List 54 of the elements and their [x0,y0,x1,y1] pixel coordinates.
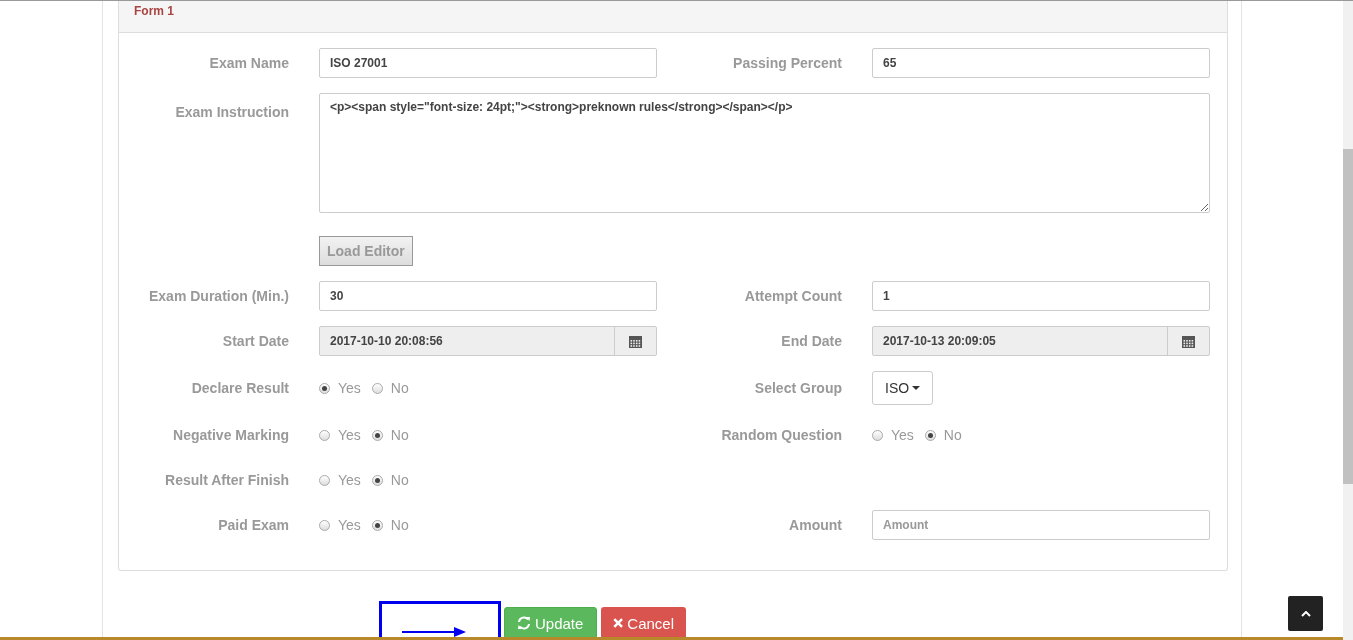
text-field[interactable]: 30 [319,281,657,311]
field-label: Amount [789,517,842,533]
radio-label: No [390,427,409,443]
field-label: Exam Instruction [175,104,289,120]
text-field[interactable]: Amount [872,510,1210,540]
radio-button[interactable] [371,429,383,441]
radio-button[interactable] [319,474,330,486]
scrollbar-thumb[interactable] [1343,149,1353,484]
radio-label: No [390,380,409,396]
text-field[interactable]: 65 [872,48,1210,78]
refresh-icon [517,616,531,630]
arrow-annotation [402,627,466,637]
radio-button[interactable] [371,519,383,531]
field-label: End Date [781,333,842,349]
field-label: Attempt Count [744,288,842,304]
caret-icon [912,386,921,390]
instruction-textarea[interactable]: <p><span style="font-size: 24pt;"><strong>preknown rules</strong></span></p> [319,93,1210,213]
radio-label: Yes [338,517,361,533]
radio-label: Yes [338,380,361,396]
radio-button[interactable] [319,382,330,394]
cancel-button[interactable]: Cancel [601,607,686,639]
text-field[interactable]: ISO 27001 [319,48,657,78]
date-field[interactable]: 2017-10-10 20:08:56 [319,326,657,356]
field-label: Paid Exam [218,517,289,533]
panel-title: Form 1 [134,4,174,18]
close-icon [613,617,624,629]
radio-button[interactable] [371,382,383,394]
group-dropdown[interactable]: ISO [872,371,934,405]
field-label: Result After Finish [165,472,289,488]
date-field[interactable]: 2017-10-13 20:09:05 [872,326,1210,356]
field-label: Start Date [222,333,289,349]
field-label: Passing Percent [733,55,842,71]
radio-label: No [390,472,409,488]
calendar-icon [629,334,642,348]
field-label: Exam Duration (Min.) [149,288,289,304]
scroll-to-top-button[interactable] [1288,596,1323,631]
radio-button[interactable] [319,519,330,531]
radio-button[interactable] [371,474,383,486]
radio-button[interactable] [319,429,330,441]
radio-label: Yes [338,472,361,488]
field-label: Negative Marking [173,427,289,443]
field-label: Declare Result [191,380,289,396]
field-label: Random Question [721,427,842,443]
text-field[interactable]: 1 [872,281,1210,311]
radio-button[interactable] [924,429,936,441]
radio-label: Yes [338,427,361,443]
radio-button[interactable] [872,429,883,441]
chevron-up-icon [1300,610,1311,617]
radio-label: No [943,427,962,443]
field-label: Exam Name [209,55,289,71]
calendar-icon [1182,334,1195,348]
field-label: Select Group [754,380,842,396]
radio-label: No [390,517,409,533]
radio-label: Yes [891,427,914,443]
